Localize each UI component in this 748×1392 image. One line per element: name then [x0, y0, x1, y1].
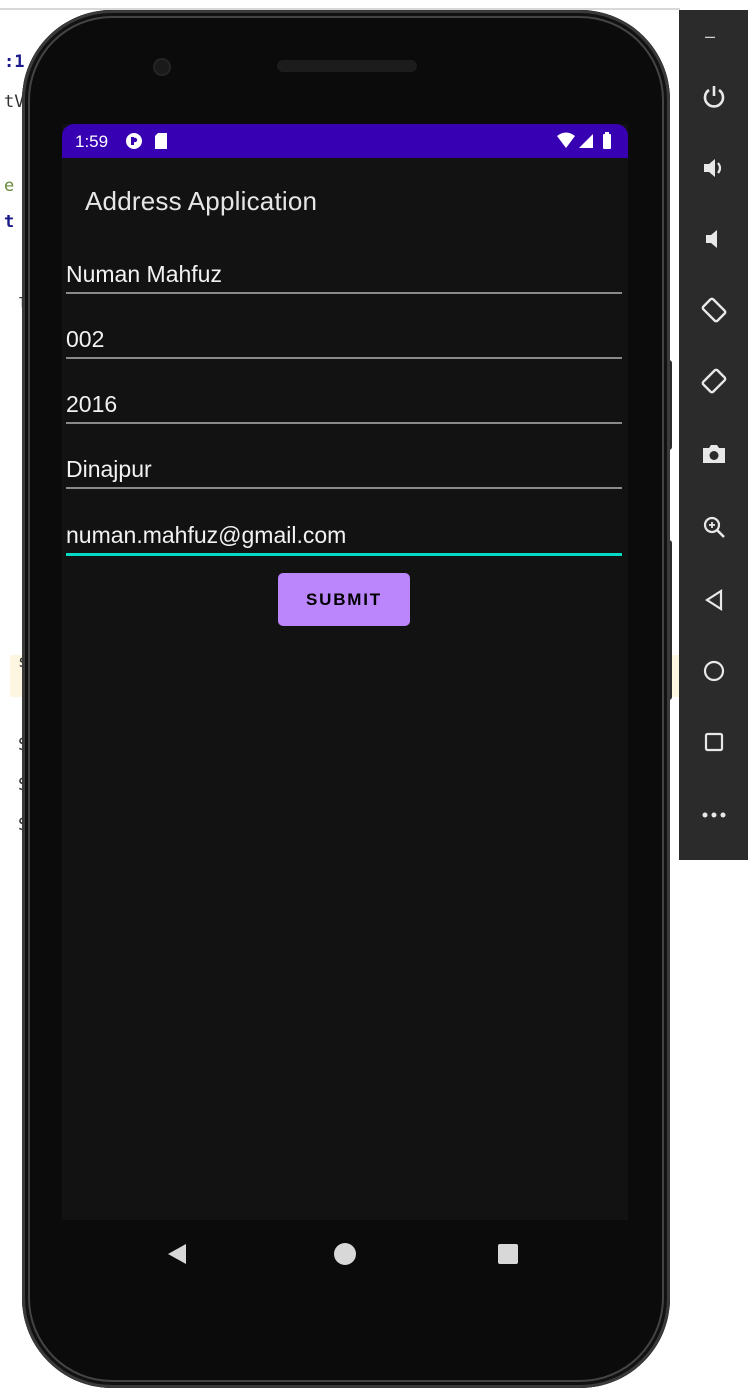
- back-icon[interactable]: [679, 575, 748, 625]
- submit-button[interactable]: SUBMIT: [278, 573, 410, 626]
- back-icon[interactable]: [168, 1244, 186, 1264]
- email-field[interactable]: [66, 505, 622, 556]
- id-input[interactable]: [66, 326, 622, 353]
- status-bar: 1:59: [62, 124, 628, 158]
- cell-signal-icon: [578, 132, 594, 155]
- name-input[interactable]: [66, 261, 622, 288]
- year-field[interactable]: [66, 374, 622, 424]
- rotate-left-icon[interactable]: [679, 285, 748, 335]
- ide-code-fragment: e: [4, 176, 15, 196]
- home-icon[interactable]: [334, 1243, 356, 1265]
- more-icon[interactable]: [679, 790, 748, 840]
- ide-code-fragment: t: [4, 212, 15, 232]
- power-icon[interactable]: [679, 72, 748, 122]
- front-camera: [153, 58, 171, 76]
- minimize-button[interactable]: –: [705, 26, 715, 47]
- volume-up-icon[interactable]: [679, 143, 748, 193]
- zoom-icon[interactable]: [679, 502, 748, 552]
- sd-card-icon: [154, 132, 168, 155]
- overview-icon[interactable]: [679, 717, 748, 767]
- email-input[interactable]: [66, 522, 622, 549]
- name-field[interactable]: [66, 244, 622, 294]
- battery-icon: [602, 132, 612, 155]
- app-notification-icon: [125, 132, 143, 155]
- id-field[interactable]: [66, 309, 622, 359]
- recents-icon[interactable]: [498, 1244, 518, 1264]
- phone-speaker: [277, 60, 417, 72]
- year-input[interactable]: [66, 391, 622, 418]
- city-field[interactable]: [66, 439, 622, 489]
- rotate-right-icon[interactable]: [679, 356, 748, 406]
- ide-code-fragment: :1: [4, 52, 25, 72]
- home-icon[interactable]: [679, 646, 748, 696]
- device-screen: 1:59 Address Application SUBMIT: [62, 124, 628, 1220]
- wifi-icon: [556, 132, 576, 155]
- app-title: Address Application: [85, 186, 318, 216]
- city-input[interactable]: [66, 456, 622, 483]
- volume-down-icon[interactable]: [679, 214, 748, 264]
- camera-icon[interactable]: [679, 429, 748, 479]
- android-nav-bar: [62, 1220, 628, 1290]
- status-time: 1:59: [75, 132, 109, 151]
- emulator-toolbar: –: [679, 10, 748, 860]
